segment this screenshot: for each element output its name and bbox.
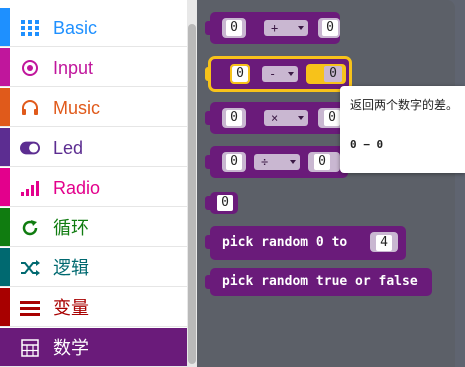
category-label: 逻辑 bbox=[53, 258, 89, 278]
tooltip-text: 返回两个数字的差。 bbox=[350, 98, 459, 112]
block-pick-random-boolean[interactable]: pick random true or false bbox=[205, 268, 432, 296]
category-color-bar bbox=[0, 128, 10, 166]
category-variables[interactable]: 变量 bbox=[0, 288, 187, 327]
number-input-left[interactable]: 0 bbox=[230, 64, 250, 84]
category-label: 循环 bbox=[53, 218, 89, 238]
category-led[interactable]: Led bbox=[0, 128, 187, 167]
category-music[interactable]: Music bbox=[0, 88, 187, 127]
block-subtract[interactable]: 0 - 0 bbox=[205, 56, 352, 92]
number-input-right[interactable]: 0 bbox=[314, 154, 330, 170]
calculator-icon bbox=[20, 338, 40, 358]
category-input[interactable]: Input bbox=[0, 48, 187, 87]
toolbox: Basic Input Music Led Radio 循环 逻辑 变量 数学 bbox=[0, 0, 187, 367]
target-icon bbox=[20, 58, 40, 78]
number-input-right[interactable]: 0 bbox=[322, 20, 338, 36]
block-multiply[interactable]: 0 × 0 bbox=[205, 102, 350, 134]
category-color-bar bbox=[0, 288, 10, 326]
category-color-bar bbox=[0, 8, 10, 46]
chevron-down-icon bbox=[298, 26, 304, 30]
category-label: Music bbox=[53, 98, 101, 118]
block-number[interactable]: 0 bbox=[205, 192, 238, 214]
block-divide[interactable]: 0 ÷ 0 bbox=[205, 146, 348, 178]
category-label: Led bbox=[53, 138, 84, 158]
chevron-down-icon bbox=[288, 72, 294, 76]
block-label: pick random true or false bbox=[222, 274, 418, 289]
category-math[interactable]: 数学 bbox=[0, 328, 187, 367]
category-color-bar bbox=[0, 208, 10, 246]
category-loops[interactable]: 循环 bbox=[0, 208, 187, 247]
toggle-icon bbox=[20, 138, 40, 158]
math-flyout: 0 + 0 0 - 0 0 × 0 0 ÷ 0 0 pick random 0 … bbox=[197, 0, 455, 367]
category-radio[interactable]: Radio bbox=[0, 168, 187, 207]
block-notch bbox=[205, 235, 211, 249]
shuffle-icon bbox=[20, 258, 40, 278]
block-notch bbox=[205, 155, 211, 169]
operator-label: - bbox=[269, 67, 277, 81]
operator-dropdown[interactable]: ÷ bbox=[254, 154, 300, 170]
block-notch bbox=[205, 67, 211, 81]
category-label: 数学 bbox=[53, 338, 89, 358]
category-color-bar bbox=[0, 168, 10, 206]
headphones-icon bbox=[20, 98, 40, 118]
list-icon bbox=[20, 298, 40, 318]
number-input-left[interactable]: 0 bbox=[226, 110, 242, 126]
operator-dropdown[interactable]: - bbox=[262, 66, 298, 82]
block-pick-random[interactable]: pick random 0 to 4 bbox=[205, 226, 406, 260]
block-notch bbox=[205, 196, 211, 210]
number-input-left[interactable]: 0 bbox=[226, 20, 242, 36]
operator-label: × bbox=[271, 111, 279, 125]
operator-label: ÷ bbox=[261, 155, 269, 169]
category-color-bar bbox=[0, 88, 10, 126]
number-input-max[interactable]: 4 bbox=[376, 235, 392, 251]
block-add[interactable]: 0 + 0 bbox=[205, 12, 340, 44]
category-label: Radio bbox=[53, 178, 101, 198]
operator-dropdown[interactable]: + bbox=[264, 20, 308, 36]
number-input[interactable]: 0 bbox=[217, 195, 233, 211]
tooltip-signature: 0 − 0 bbox=[350, 138, 384, 151]
chevron-down-icon bbox=[298, 116, 304, 120]
toolbox-scrollbar[interactable] bbox=[187, 0, 197, 367]
number-input-right[interactable]: 0 bbox=[324, 66, 342, 82]
block-label: pick random 0 to bbox=[222, 235, 348, 250]
block-tooltip: 返回两个数字的差。 0 − 0 bbox=[340, 86, 465, 173]
category-color-bar bbox=[0, 248, 10, 286]
number-input-right[interactable]: 0 bbox=[324, 110, 340, 126]
category-label: Input bbox=[53, 58, 94, 78]
number-input-left[interactable]: 0 bbox=[226, 154, 242, 170]
block-notch bbox=[205, 21, 211, 35]
operator-dropdown[interactable]: × bbox=[264, 110, 308, 126]
category-color-bar bbox=[0, 48, 10, 86]
category-basic[interactable]: Basic bbox=[0, 8, 187, 47]
block-notch bbox=[205, 275, 211, 289]
chevron-down-icon bbox=[290, 160, 296, 164]
signal-bars-icon bbox=[20, 178, 40, 198]
category-logic[interactable]: 逻辑 bbox=[0, 248, 187, 287]
block-notch bbox=[205, 111, 211, 125]
category-label: Basic bbox=[53, 18, 98, 38]
scrollbar-thumb[interactable] bbox=[188, 24, 196, 364]
operator-label: + bbox=[271, 21, 279, 35]
category-label: 变量 bbox=[53, 298, 89, 318]
grid-icon bbox=[20, 18, 40, 38]
loop-icon bbox=[20, 218, 40, 238]
